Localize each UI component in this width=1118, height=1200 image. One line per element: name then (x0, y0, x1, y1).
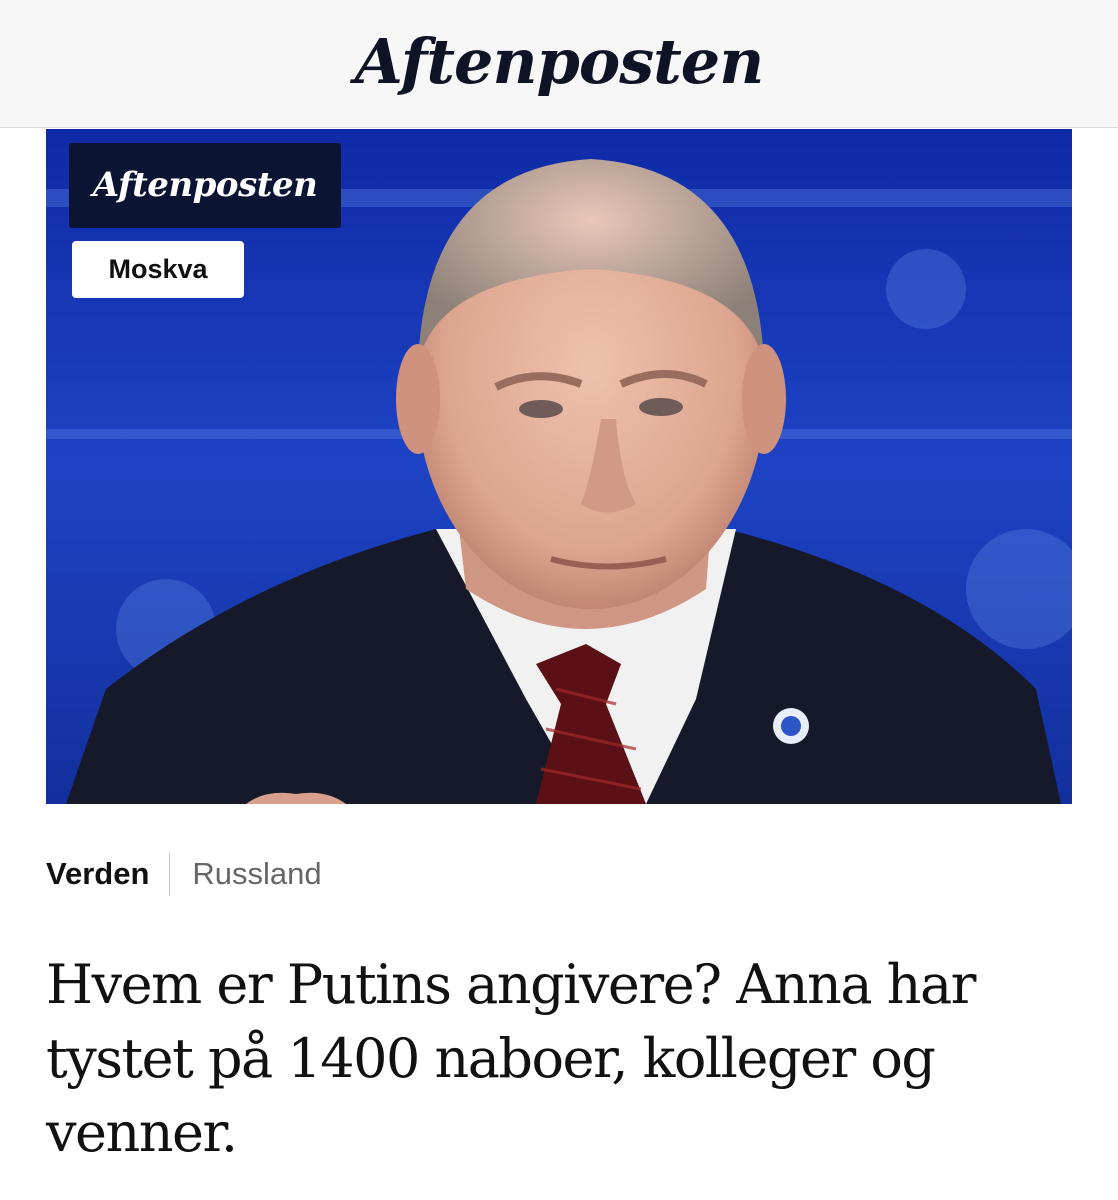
portrait-photo (46, 129, 1072, 804)
breadcrumb: Verden Russland (46, 852, 322, 896)
breadcrumb-divider (169, 852, 171, 896)
hero-brand-badge: Aftenposten (69, 143, 341, 228)
top-bar: Aftenposten (0, 0, 1118, 128)
section-link-verden[interactable]: Verden (46, 856, 149, 892)
masthead-logo[interactable]: Aftenposten (0, 22, 1118, 102)
article-headline[interactable]: Hvem er Putins angivere? Anna har tystet… (46, 948, 1076, 1170)
hero-image[interactable] (46, 129, 1072, 804)
section-link-russland[interactable]: Russland (192, 856, 321, 892)
location-badge: Moskva (72, 241, 244, 298)
